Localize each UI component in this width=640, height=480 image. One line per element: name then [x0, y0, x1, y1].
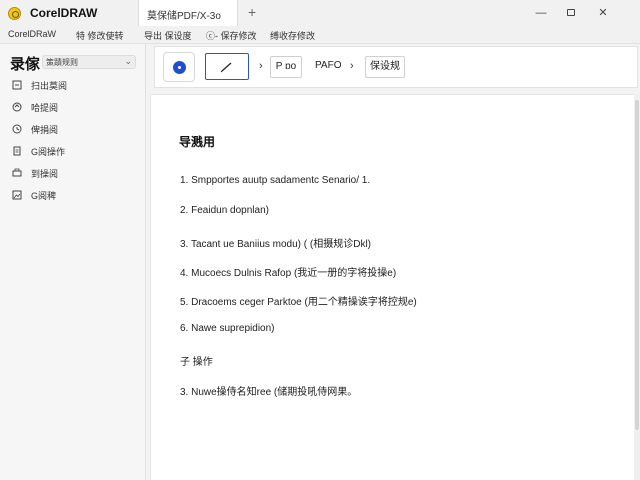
color-picker-button[interactable]: [163, 52, 195, 82]
document-line: 4. Mucoecs Dulnis Rafop (我近一册的字将投操e): [180, 268, 397, 279]
menu-item-export[interactable]: 导出 保设度: [144, 29, 192, 42]
minimize-button[interactable]: —: [534, 6, 548, 20]
title-bar: CorelDRAW 莫保储PDF/X-3o + — ✕: [0, 0, 640, 26]
document-subheading: 子 操作: [180, 357, 213, 368]
sidebar-item-label: 俾捐阅: [31, 125, 59, 135]
close-button[interactable]: ✕: [596, 6, 610, 20]
document-tab-label: 莫保储PDF/X-3o: [147, 11, 221, 22]
chevron-down-icon: ⌄: [124, 56, 132, 66]
sidebar-preset-select[interactable]: 策蹟规则 ⌄: [42, 55, 136, 69]
sidebar-item-1[interactable]: 扫出莫阅: [10, 77, 138, 95]
sidebar-select-label: 策蹟规则: [46, 58, 78, 67]
save-settings-button[interactable]: 保设规: [365, 56, 405, 78]
sidebar-item-5[interactable]: 到操阅: [10, 165, 138, 183]
pen-icon: [220, 62, 232, 73]
sidebar-item-3[interactable]: 俾捐阅: [10, 121, 138, 139]
sidebar: 录傢 策蹟规则 ⌄ 扫出莫阅 哈提阅 俾捐阅 G阅操作 到操阅 G阅稗: [0, 44, 146, 480]
export-icon: [12, 102, 22, 112]
document-line: 6. Nawe suprepidion): [180, 323, 275, 334]
sidebar-item-2[interactable]: 哈提阅: [10, 99, 138, 117]
toolbar: › P ɒo PAFO › 保设规: [154, 46, 638, 88]
pdf-button[interactable]: P ɒo: [270, 56, 302, 78]
arrow-right-icon: ›: [350, 60, 354, 72]
menu-item-settings[interactable]: 缚收存修改: [270, 29, 315, 42]
document-icon: [12, 146, 22, 156]
coreldraw-logo-icon: [8, 7, 21, 20]
document-line: 3. Tacant ue Baniius modu) ( (相摄规诊Dkl): [180, 239, 371, 250]
menu-bar: CorelDRaW 特 修改使转 导出 保设度 ⓒ- 保存修改 缚收存修改: [0, 26, 640, 44]
menu-item-file[interactable]: CorelDRaW: [8, 29, 56, 39]
document-tab[interactable]: 莫保储PDF/X-3o: [138, 0, 238, 26]
document-page: 导溅用 1. Smpportes auutp sadamentc Senario…: [150, 94, 634, 480]
scrollbar-thumb[interactable]: [635, 100, 639, 430]
document-line: 1. Smpportes auutp sadamentc Senario/ 1.: [180, 175, 371, 186]
sidebar-item-6[interactable]: G阅稗: [10, 187, 138, 205]
menu-item-save[interactable]: ⓒ- 保存修改: [206, 29, 257, 42]
arrow-right-icon: ›: [259, 60, 263, 72]
history-icon: [12, 124, 22, 134]
sidebar-item-label: 扫出莫阅: [31, 81, 68, 91]
sidebar-item-label: 哈提阅: [31, 103, 59, 113]
document-line: 5. Dracoems ceger Parktoe (用二个精操诶字将控规e): [180, 297, 417, 308]
sidebar-item-4[interactable]: G阅操作: [10, 143, 138, 161]
sidebar-item-label: 到操阅: [31, 169, 59, 179]
menu-item-edit[interactable]: 特 修改使转: [76, 29, 124, 42]
pen-tool-button[interactable]: [205, 53, 249, 80]
maximize-icon: [567, 9, 575, 16]
document-line: 2. Feaidun dopnlan): [180, 205, 269, 216]
image-icon: [12, 190, 22, 200]
app-title: CorelDRAW: [30, 6, 98, 20]
maximize-button[interactable]: [564, 6, 578, 20]
document-heading: 导溅用: [179, 135, 216, 149]
sidebar-title: 录傢: [10, 56, 41, 73]
print-icon: [12, 168, 22, 178]
document-line: 3. Nuwe操侍名知ree (储期投吼侍网果。: [180, 387, 358, 398]
select-tool-icon: [12, 80, 22, 90]
sidebar-item-label: G阅稗: [31, 191, 57, 201]
vertical-scrollbar[interactable]: [634, 94, 640, 480]
sidebar-item-label: G阅操作: [31, 147, 66, 157]
color-swatch-icon: [173, 61, 186, 74]
add-tab-button[interactable]: +: [248, 4, 256, 20]
pdf-format-label[interactable]: PAFO: [315, 60, 341, 71]
